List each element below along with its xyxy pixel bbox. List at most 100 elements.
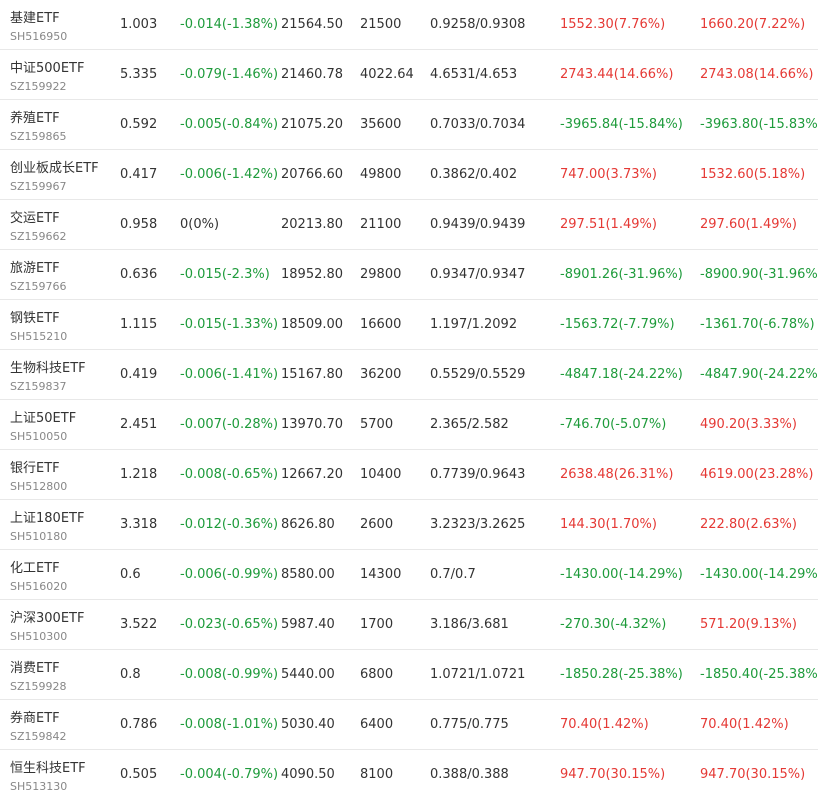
price-cell: 0.419 <box>120 367 158 382</box>
cost-cell: 0.9258/0.9308 <box>430 17 526 32</box>
etf-name-cell[interactable]: 券商ETF SZ159842 <box>10 700 120 749</box>
etf-name-cell[interactable]: 养殖ETF SZ159865 <box>10 100 120 149</box>
table-row[interactable]: 养殖ETF SZ159865 0.592 -0.005(-0.84%) 21075.20… <box>0 100 818 150</box>
etf-name[interactable]: 上证50ETF <box>10 407 76 426</box>
etf-name-cell[interactable]: 旅游ETF SZ159766 <box>10 250 120 299</box>
table-row[interactable]: 交运ETF SZ159662 0.958 0(0%) 20213.80 21100 0.94… <box>0 200 818 250</box>
cost-cell: 4.6531/4.653 <box>430 67 518 82</box>
etf-name[interactable]: 基建ETF <box>10 7 60 26</box>
price-cell: 0.505 <box>120 767 158 782</box>
position-cell: 21100 <box>360 217 402 232</box>
change-cell: -0.015(-2.3%) <box>180 267 270 282</box>
volume-cell: 15167.80 <box>281 367 344 382</box>
table-row[interactable]: 钢铁ETF SH515210 1.115 -0.015(-1.33%) 18509.00… <box>0 300 818 350</box>
profit-loss-cell: -4847.18(-24.22%) <box>560 367 683 382</box>
change-cell: -0.006(-0.99%) <box>180 567 279 582</box>
table-row[interactable]: 化工ETF SH516020 0.6 -0.006(-0.99%) 8580.00 143… <box>0 550 818 600</box>
profit-loss-cell: -270.30(-4.32%) <box>560 617 667 632</box>
etf-name[interactable]: 化工ETF <box>10 557 60 576</box>
position-cell: 1700 <box>360 617 394 632</box>
price-cell: 1.115 <box>120 317 158 332</box>
etf-name-cell[interactable]: 中证500ETF SZ159922 <box>10 50 120 99</box>
price-cell: 3.318 <box>120 517 158 532</box>
profit-loss-cell: 2638.48(26.31%) <box>560 467 674 482</box>
etf-name[interactable]: 旅游ETF <box>10 257 60 276</box>
total-profit-loss-cell: 947.70(30.15%) <box>700 767 806 782</box>
price-cell: 0.958 <box>120 217 158 232</box>
etf-name-cell[interactable]: 生物科技ETF SZ159837 <box>10 350 120 399</box>
change-cell: 0(0%) <box>180 217 220 232</box>
volume-cell: 8626.80 <box>281 517 335 532</box>
etf-name-cell[interactable]: 上证180ETF SH510180 <box>10 500 120 549</box>
price-cell: 3.522 <box>120 617 158 632</box>
volume-cell: 5987.40 <box>281 617 335 632</box>
etf-name-cell[interactable]: 创业板成长ETF SZ159967 <box>10 150 120 199</box>
etf-name-cell[interactable]: 交运ETF SZ159662 <box>10 200 120 249</box>
etf-name[interactable]: 养殖ETF <box>10 107 60 126</box>
table-row[interactable]: 券商ETF SZ159842 0.786 -0.008(-1.01%) 5030.40 6… <box>0 700 818 750</box>
etf-name[interactable]: 沪深300ETF <box>10 607 84 626</box>
price-cell: 2.451 <box>120 417 158 432</box>
change-cell: -0.005(-0.84%) <box>180 117 279 132</box>
table-row[interactable]: 沪深300ETF SH510300 3.522 -0.023(-0.65%) 5987.… <box>0 600 818 650</box>
etf-name-cell[interactable]: 化工ETF SH516020 <box>10 550 120 599</box>
position-cell: 10400 <box>360 467 402 482</box>
table-row[interactable]: 上证50ETF SH510050 2.451 -0.007(-0.28%) 13970.… <box>0 400 818 450</box>
table-row[interactable]: 恒生科技ETF SH513130 0.505 -0.004(-0.79%) 4090.5… <box>0 750 818 800</box>
table-row[interactable]: 生物科技ETF SZ159837 0.419 -0.006(-1.41%) 15167.… <box>0 350 818 400</box>
profit-loss-cell: 947.70(30.15%) <box>560 767 666 782</box>
volume-cell: 21460.78 <box>281 67 344 82</box>
table-row[interactable]: 银行ETF SH512800 1.218 -0.008(-0.65%) 12667.20… <box>0 450 818 500</box>
etf-name[interactable]: 创业板成长ETF <box>10 157 99 176</box>
etf-code: SZ159967 <box>10 180 67 193</box>
etf-code: SZ159922 <box>10 80 67 93</box>
volume-cell: 4090.50 <box>281 767 335 782</box>
etf-name[interactable]: 券商ETF <box>10 707 60 726</box>
etf-name[interactable]: 上证180ETF <box>10 507 84 526</box>
position-cell: 4022.64 <box>360 67 414 82</box>
profit-loss-cell: -3965.84(-15.84%) <box>560 117 683 132</box>
etf-name[interactable]: 中证500ETF <box>10 57 84 76</box>
total-profit-loss-cell: -4847.90(-24.22%) <box>700 367 818 382</box>
position-cell: 2600 <box>360 517 394 532</box>
profit-loss-cell: 297.51(1.49%) <box>560 217 657 232</box>
table-row[interactable]: 消费ETF SZ159928 0.8 -0.008(-0.99%) 5440.00 680… <box>0 650 818 700</box>
etf-name[interactable]: 生物科技ETF <box>10 357 86 376</box>
etf-name-cell[interactable]: 恒生科技ETF SH513130 <box>10 750 120 799</box>
etf-code: SH513130 <box>10 780 68 793</box>
etf-name-cell[interactable]: 基建ETF SH516950 <box>10 0 120 49</box>
volume-cell: 8580.00 <box>281 567 335 582</box>
etf-name-cell[interactable]: 钢铁ETF SH515210 <box>10 300 120 349</box>
total-profit-loss-cell: 1660.20(7.22%) <box>700 17 806 32</box>
cost-cell: 0.7739/0.9643 <box>430 467 526 482</box>
etf-name[interactable]: 交运ETF <box>10 207 60 226</box>
etf-name-cell[interactable]: 沪深300ETF SH510300 <box>10 600 120 649</box>
etf-name[interactable]: 银行ETF <box>10 457 60 476</box>
table-row[interactable]: 旅游ETF SZ159766 0.636 -0.015(-2.3%) 18952.80 2… <box>0 250 818 300</box>
change-cell: -0.006(-1.42%) <box>180 167 279 182</box>
profit-loss-cell: 1552.30(7.76%) <box>560 17 666 32</box>
etf-code: SH516020 <box>10 580 68 593</box>
profit-loss-cell: -8901.26(-31.96%) <box>560 267 683 282</box>
total-profit-loss-cell: 222.80(2.63%) <box>700 517 797 532</box>
table-row[interactable]: 创业板成长ETF SZ159967 0.417 -0.006(-1.42%) 20766… <box>0 150 818 200</box>
etf-name[interactable]: 恒生科技ETF <box>10 757 86 776</box>
profit-loss-cell: 70.40(1.42%) <box>560 717 649 732</box>
table-row[interactable]: 中证500ETF SZ159922 5.335 -0.079(-1.46%) 21460… <box>0 50 818 100</box>
volume-cell: 21564.50 <box>281 17 344 32</box>
etf-name[interactable]: 钢铁ETF <box>10 307 60 326</box>
change-cell: -0.004(-0.79%) <box>180 767 279 782</box>
etf-name[interactable]: 消费ETF <box>10 657 60 676</box>
etf-name-cell[interactable]: 上证50ETF SH510050 <box>10 400 120 449</box>
price-cell: 0.636 <box>120 267 158 282</box>
volume-cell: 12667.20 <box>281 467 344 482</box>
etf-name-cell[interactable]: 消费ETF SZ159928 <box>10 650 120 699</box>
etf-name-cell[interactable]: 银行ETF SH512800 <box>10 450 120 499</box>
table-row[interactable]: 基建ETF SH516950 1.003 -0.014(-1.38%) 21564.50… <box>0 0 818 50</box>
total-profit-loss-cell: -3963.80(-15.83%) <box>700 117 818 132</box>
position-cell: 49800 <box>360 167 402 182</box>
change-cell: -0.008(-0.65%) <box>180 467 279 482</box>
cost-cell: 0.5529/0.5529 <box>430 367 526 382</box>
table-row[interactable]: 上证180ETF SH510180 3.318 -0.012(-0.36%) 8626.… <box>0 500 818 550</box>
etf-code: SH512800 <box>10 480 68 493</box>
